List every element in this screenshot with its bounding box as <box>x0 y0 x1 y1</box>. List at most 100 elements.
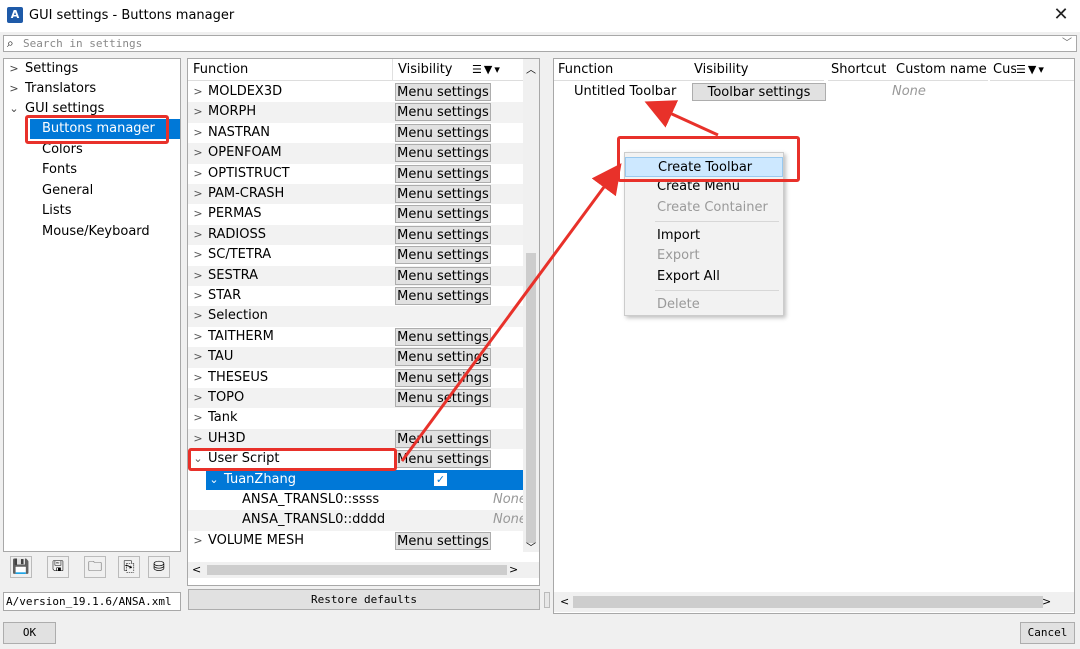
chevron-right-icon[interactable]: > <box>193 245 203 265</box>
table-row[interactable]: > MORPH Menu settings <box>188 102 523 123</box>
filter-icon[interactable]: ▼ <box>484 63 494 76</box>
toolbar-settings-button[interactable]: Toolbar settings <box>692 83 826 101</box>
filter-icon[interactable]: ▼ <box>1028 63 1038 76</box>
scroll-down-icon[interactable]: ﹀ <box>526 539 536 554</box>
table-row[interactable]: > PAM-CRASH Menu settings <box>188 184 523 205</box>
chevron-down-icon[interactable]: ﹀ <box>1062 36 1072 51</box>
tree-item-translators[interactable]: > Translators <box>4 79 180 99</box>
menu-settings-button[interactable]: Menu settings <box>395 327 491 346</box>
tree-item-lists[interactable]: Lists <box>30 201 180 221</box>
chevron-right-icon[interactable]: > <box>193 408 203 428</box>
chevron-right-icon[interactable]: > <box>193 82 203 102</box>
column-header-function[interactable]: Function <box>554 59 690 81</box>
scroll-up-icon[interactable]: ︿ <box>526 61 536 76</box>
menu-settings-button[interactable]: Menu settings <box>395 531 491 550</box>
tree-item-settings[interactable]: > Settings <box>4 59 180 79</box>
table-row[interactable]: > PERMAS Menu settings <box>188 204 523 224</box>
menu-settings-button[interactable]: Menu settings <box>395 429 491 448</box>
chevron-right-icon[interactable]: > <box>193 102 203 122</box>
chevron-right-icon[interactable]: > <box>193 143 203 163</box>
menu-settings-button[interactable]: Menu settings <box>395 246 491 265</box>
table-row[interactable]: > NASTRAN Menu settings <box>188 123 523 143</box>
restore-defaults-button[interactable]: Restore defaults <box>188 589 540 610</box>
menu-settings-button[interactable]: Menu settings <box>395 185 491 203</box>
save-as-icon[interactable]: 🖫 <box>47 556 69 578</box>
chevron-down-icon[interactable]: ⌄ <box>209 470 219 490</box>
vertical-scrollbar[interactable]: ︿ ﹀ <box>523 59 539 554</box>
menu-settings-button[interactable]: Menu settings <box>395 164 491 183</box>
scroll-thumb[interactable] <box>573 596 1043 608</box>
column-header-shortcut[interactable]: Shortcut <box>828 59 894 81</box>
table-row[interactable]: Untitled Toolbar Toolbar settings None <box>554 82 1074 103</box>
table-row[interactable]: > UH3D Menu settings <box>188 428 523 450</box>
scroll-left-icon[interactable]: < <box>192 562 201 578</box>
search-input[interactable]: ⌕ Search in settings ﹀ <box>3 35 1077 52</box>
menu-settings-button[interactable]: Menu settings <box>395 144 491 163</box>
table-row[interactable]: ANSA_TRANSL0::ssss None <box>188 490 523 510</box>
table-row[interactable]: > VOLUME MESH Menu settings <box>188 531 523 551</box>
chevron-right-icon[interactable]: > <box>193 429 203 449</box>
open-folder-icon[interactable]: 🗀 <box>84 556 106 578</box>
chevron-right-icon[interactable]: > <box>193 184 203 204</box>
table-row[interactable]: > TOPO Menu settings <box>188 388 523 409</box>
dropdown-icon[interactable]: ▾ <box>494 63 502 76</box>
tree-item-fonts[interactable]: Fonts <box>30 160 180 180</box>
close-icon[interactable]: ✕ <box>1050 4 1072 26</box>
chevron-right-icon[interactable]: > <box>193 164 203 184</box>
table-row[interactable]: > OPENFOAM Menu settings <box>188 143 523 164</box>
menu-settings-button[interactable]: Menu settings <box>395 103 491 122</box>
table-row[interactable]: > OPTISTRUCT Menu settings <box>188 164 523 184</box>
menu-settings-button[interactable]: Menu settings <box>395 348 491 367</box>
chevron-right-icon[interactable]: > <box>193 388 203 408</box>
scroll-right-icon[interactable]: > <box>1042 592 1051 612</box>
menu-item-delete[interactable]: Delete <box>625 295 783 315</box>
table-row[interactable]: ANSA_TRANSL0::dddd None <box>188 510 523 531</box>
horizontal-scrollbar[interactable]: < > <box>554 592 1074 612</box>
menu-settings-button[interactable]: Menu settings <box>395 123 491 142</box>
scroll-right-icon[interactable]: > <box>509 562 518 578</box>
column-header-function[interactable]: Function <box>188 59 393 81</box>
chevron-right-icon[interactable]: > <box>193 347 203 367</box>
cancel-button[interactable]: Cancel <box>1020 622 1075 644</box>
table-row[interactable]: > TAU Menu settings <box>188 347 523 368</box>
visibility-checkbox[interactable]: ✓ <box>434 472 447 486</box>
scroll-thumb[interactable] <box>526 253 536 543</box>
menu-item-create-container[interactable]: Create Container <box>625 198 783 218</box>
database-icon[interactable]: ⛁ <box>148 556 170 578</box>
horizontal-scrollbar[interactable]: < > <box>188 562 539 578</box>
menu-settings-button[interactable]: Menu settings <box>395 287 491 305</box>
chevron-right-icon[interactable]: > <box>193 306 203 326</box>
chevron-right-icon[interactable]: > <box>193 123 203 143</box>
menu-settings-button[interactable]: Menu settings <box>395 450 491 469</box>
tree-item-mouse-keyboard[interactable]: Mouse/Keyboard <box>30 222 180 242</box>
chevron-right-icon[interactable]: > <box>193 368 203 388</box>
chevron-right-icon[interactable]: > <box>193 225 203 245</box>
chevron-right-icon[interactable]: > <box>193 286 203 306</box>
table-row[interactable]: > STAR Menu settings <box>188 286 523 306</box>
menu-item-export-all[interactable]: Export All <box>625 267 783 287</box>
menu-settings-button[interactable]: Menu settings <box>395 266 491 285</box>
chevron-right-icon[interactable]: > <box>193 327 203 347</box>
chevron-right-icon[interactable]: > <box>193 266 203 286</box>
table-row[interactable]: > SESTRA Menu settings <box>188 265 523 286</box>
chevron-right-icon[interactable]: > <box>193 531 203 551</box>
splitter-handle[interactable] <box>544 592 550 608</box>
tree-item-general[interactable]: General <box>30 181 180 201</box>
scroll-left-icon[interactable]: < <box>560 592 569 612</box>
table-row[interactable]: > SC/TETRA Menu settings <box>188 245 523 265</box>
menu-item-import[interactable]: Import <box>625 226 783 246</box>
sort-icon[interactable]: ☰ <box>1016 63 1028 76</box>
table-row[interactable]: > Tank <box>188 408 523 428</box>
table-row[interactable]: > Selection <box>188 306 523 327</box>
table-row[interactable]: > THESEUS Menu settings <box>188 368 523 388</box>
scroll-thumb[interactable] <box>207 565 507 575</box>
sort-icon[interactable]: ☰ <box>472 63 484 76</box>
copy-icon[interactable]: ⎘ <box>118 556 140 578</box>
file-path-field[interactable]: A/version_19.1.6/ANSA.xml <box>3 592 181 611</box>
table-row[interactable]: > TAITHERM Menu settings <box>188 327 523 347</box>
table-row[interactable]: > MOLDEX3D Menu settings <box>188 82 523 102</box>
column-header-custom-name[interactable]: Custom name <box>894 59 988 81</box>
menu-settings-button[interactable]: Menu settings <box>395 225 491 244</box>
table-row[interactable]: ⌄ TuanZhang ✓ <box>206 469 523 490</box>
table-row[interactable]: > RADIOSS Menu settings <box>188 224 523 246</box>
